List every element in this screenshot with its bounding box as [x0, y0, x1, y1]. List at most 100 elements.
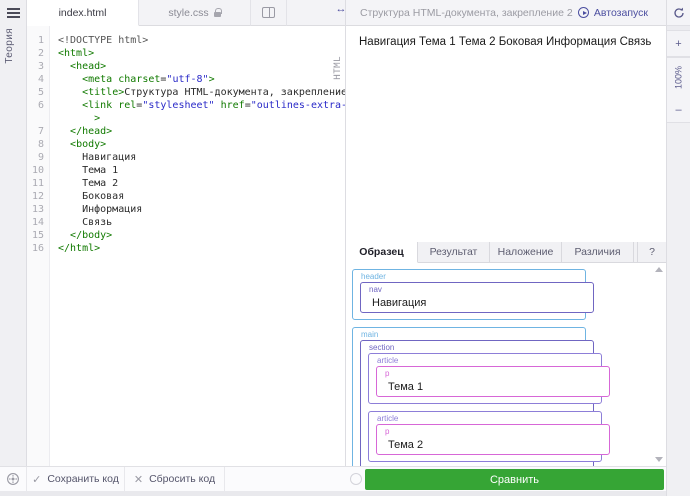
outline-tag-label: article: [377, 356, 594, 365]
code-line: <meta charset="utf-8">: [58, 73, 345, 86]
compare-button[interactable]: Сравнить: [365, 469, 664, 490]
split-view-icon: [262, 7, 275, 18]
outline-tag-label: main: [361, 330, 578, 339]
code-line: Тема 1: [58, 164, 345, 177]
outline-box-nav: navНавигация: [360, 282, 594, 313]
zoom-level[interactable]: 100%: [667, 57, 690, 97]
autorun-button[interactable]: Автозапуск: [578, 7, 666, 19]
outline-tag-label: p: [385, 369, 602, 378]
code-editor-panel: index.html style.css 1234567891011121314…: [27, 0, 345, 466]
play-icon: [578, 7, 589, 18]
check-icon: ✓: [32, 473, 41, 486]
outline-box-main: mainsectionarticlepТема 1articlepТема 2a…: [352, 327, 586, 466]
line-number: 14: [27, 216, 49, 229]
outline-tag-label: nav: [369, 285, 586, 294]
help-button[interactable]: ?: [637, 242, 666, 263]
editor-gutter: 12345678910111213141516: [27, 26, 50, 466]
code-line: <head>: [58, 60, 345, 73]
outline-tag-label: article: [377, 414, 594, 423]
line-number: 9: [27, 151, 49, 164]
scroll-up-icon[interactable]: [655, 267, 663, 272]
preview-text: Навигация Тема 1 Тема 2 Боковая Информац…: [359, 36, 651, 48]
zoom-in-button[interactable]: +: [667, 31, 690, 57]
code-line: </head>: [58, 125, 345, 138]
zoom-rail: + 100% –: [666, 0, 690, 496]
line-number: 10: [27, 164, 49, 177]
editor-body: 12345678910111213141516 <!DOCTYPE html><…: [27, 26, 345, 466]
refresh-icon: [673, 7, 685, 19]
tab-index-html[interactable]: index.html: [27, 0, 139, 26]
split-view-button[interactable]: [251, 0, 287, 26]
line-number: 8: [27, 138, 49, 151]
code-line: </body>: [58, 229, 345, 242]
line-number: 11: [27, 177, 49, 190]
code-line: <html>: [58, 47, 345, 60]
code-line: <title>Структура HTML-документа, закрепл…: [58, 86, 345, 99]
code-line: Тема 2: [58, 177, 345, 190]
sidebar-item-theory[interactable]: Теория: [4, 28, 15, 64]
scroll-down-icon[interactable]: [655, 457, 663, 462]
outline-box-text: Тема 1: [384, 379, 602, 394]
line-number: 15: [27, 229, 49, 242]
line-number: 1: [27, 34, 49, 47]
left-sidebar: Теория: [0, 0, 27, 466]
reset-code-label: Сбросить код: [149, 473, 215, 485]
outline-tag-label: section: [369, 343, 586, 352]
tab-style-css[interactable]: style.css: [139, 0, 251, 26]
sample-tree-root: headernavНавигацияmainsectionarticlepТем…: [352, 269, 660, 466]
code-line: Боковая: [58, 190, 345, 203]
line-number: 16: [27, 242, 49, 255]
code-line: Связь: [58, 216, 345, 229]
tab-sample[interactable]: Образец: [346, 242, 418, 263]
sample-outline-view: headernavНавигацияmainsectionarticlepТем…: [346, 263, 666, 466]
outline-box-p: pТема 1: [376, 366, 610, 397]
editor-tabbar: index.html style.css: [27, 0, 345, 26]
line-number: 12: [27, 190, 49, 203]
reset-code-button[interactable]: ✕ Сбросить код: [125, 467, 225, 491]
save-code-button[interactable]: ✓ Сохранить код: [27, 467, 125, 491]
code-line: Информация: [58, 203, 345, 216]
code-line: <body>: [58, 138, 345, 151]
sample-scrollbar[interactable]: [654, 265, 663, 464]
panel-resize-handle-icon[interactable]: ↔: [331, 3, 351, 19]
line-number: 6: [27, 99, 49, 112]
menu-icon[interactable]: [7, 8, 20, 18]
save-code-label: Сохранить код: [47, 473, 119, 485]
outline-box-header: headernavНавигация: [352, 269, 586, 320]
line-number: 4: [27, 73, 49, 86]
code-lines[interactable]: <!DOCTYPE html><html> <head> <meta chars…: [51, 26, 345, 466]
line-number: 13: [27, 203, 49, 216]
browser-bar: Структура HTML-документа, закрепление 2 …: [346, 0, 666, 26]
page-title: Структура HTML-документа, закрепление 2: [346, 7, 578, 19]
outline-box-section: sectionarticlepТема 1articlepТема 2: [360, 340, 594, 466]
zoom-out-button[interactable]: –: [667, 97, 690, 123]
tab-overlay[interactable]: Наложение: [490, 242, 562, 263]
code-line: </html>: [58, 242, 345, 255]
outline-box-article: article pТема 1: [368, 353, 602, 404]
code-line: Навигация: [58, 151, 345, 164]
language-badge: HTML: [332, 52, 344, 84]
tab-label: style.css: [168, 7, 208, 19]
code-line: <link rel="stylesheet" href="outlines-ex…: [58, 99, 345, 112]
lock-icon: [214, 12, 221, 17]
outline-box-text: Навигация: [368, 295, 586, 310]
line-number: 5: [27, 86, 49, 99]
line-number: [27, 112, 49, 125]
refresh-button[interactable]: [667, 0, 690, 26]
tab-result[interactable]: Результат: [418, 242, 490, 263]
code-line: >: [58, 112, 345, 125]
outline-box-text: Тема 2: [384, 437, 602, 452]
tab-diff[interactable]: Различия: [562, 242, 634, 263]
outline-box-p: pТема 2: [376, 424, 610, 455]
tab-label: index.html: [59, 7, 107, 19]
outline-box-article: article pТема 2: [368, 411, 602, 462]
code-line: <!DOCTYPE html>: [58, 34, 345, 47]
settings-button[interactable]: [0, 467, 27, 491]
outline-tag-label: p: [385, 427, 602, 436]
autorun-label: Автозапуск: [594, 7, 648, 19]
bottom-toolbar: ✓ Сохранить код ✕ Сбросить код Сравнить: [0, 466, 666, 491]
app-window: Теория index.html style.css 123456789101…: [0, 0, 690, 496]
rendered-preview: Навигация Тема 1 Тема 2 Боковая Информац…: [346, 26, 666, 242]
preview-panel: Структура HTML-документа, закрепление 2 …: [345, 0, 666, 466]
line-number: 7: [27, 125, 49, 138]
